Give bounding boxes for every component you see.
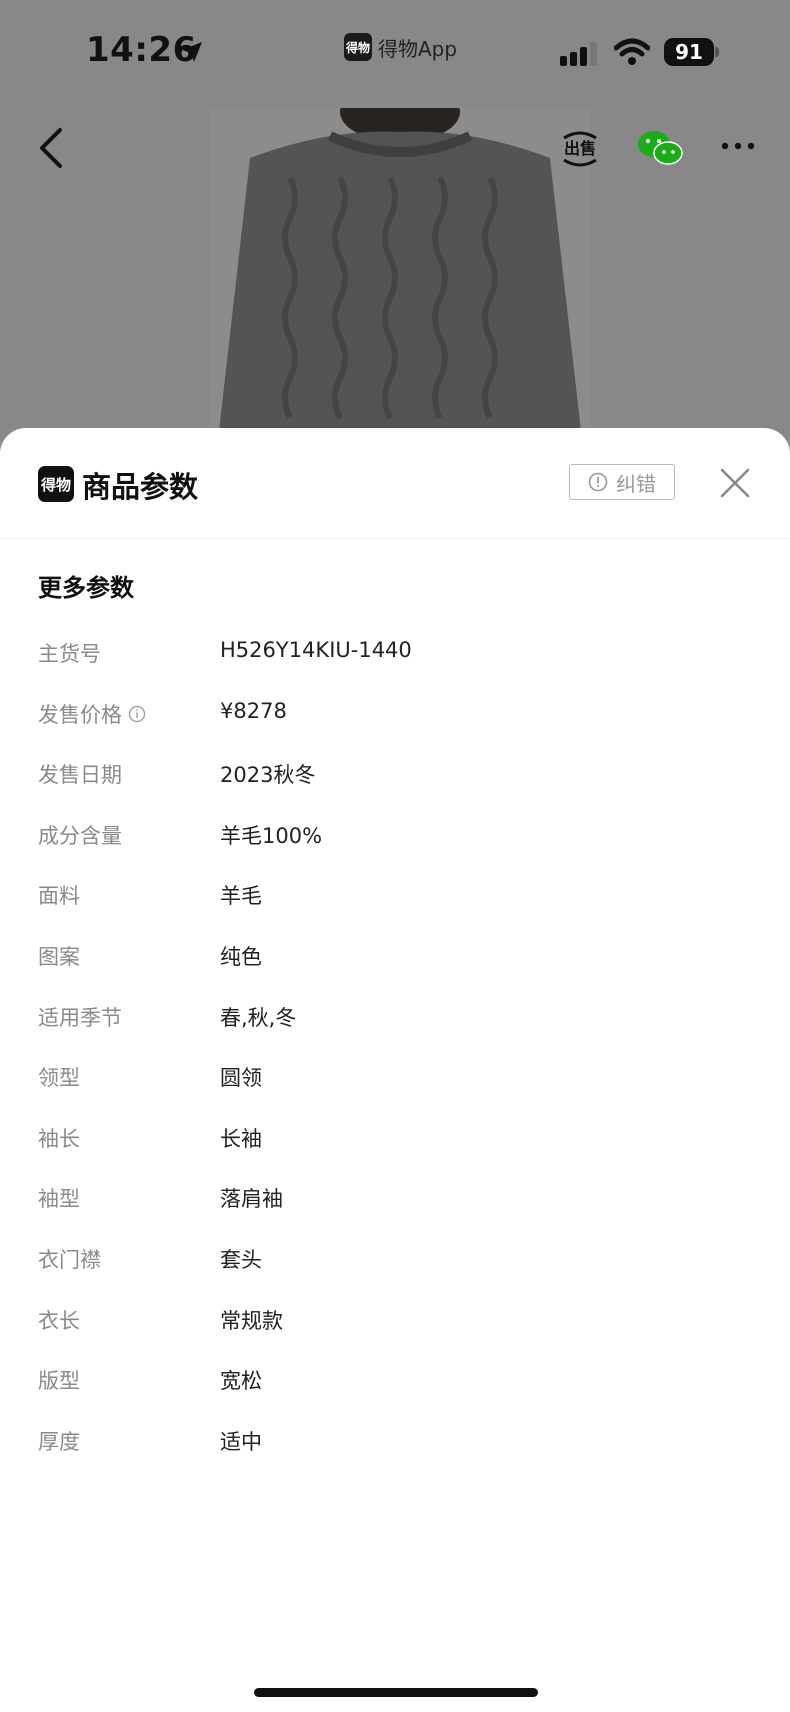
param-label: 厚度 [38,1426,80,1456]
param-row: 发售价格 ¥8278 [0,699,790,739]
param-value: 长袖 [220,1126,262,1151]
param-label-text: 发售价格 [38,702,122,727]
param-label: 袖型 [38,1183,80,1213]
param-row: 衣门襟 套头 [0,1244,790,1284]
battery-level: 91 [664,38,714,66]
param-label: 适用季节 [38,1002,122,1032]
param-label: 版型 [38,1365,80,1395]
param-value: 适中 [220,1429,262,1454]
home-indicator[interactable] [254,1688,538,1697]
wifi-icon [614,38,650,65]
product-params-sheet: 得物 商品参数 纠错 更多参数 主货号 H526Y14KIU-1440 发售价格 ¥8… [0,428,790,1712]
top-nav: 出售 [0,110,790,190]
param-label: 衣长 [38,1305,80,1335]
param-value: 羊毛100% [220,823,323,848]
param-row: 主货号 H526Y14KIU-1440 [0,638,790,678]
status-bar: 14:26 得物 得物App 91 [0,0,790,100]
param-label-text: 面料 [38,884,80,909]
wechat-icon[interactable] [636,128,684,168]
chevron-left-icon[interactable] [36,126,66,170]
param-value: ¥8278 [220,698,287,723]
close-icon[interactable] [718,466,752,500]
param-value: 2023秋冬 [220,763,316,788]
param-value: 纯色 [220,945,262,969]
param-label-text: 版型 [38,1369,80,1394]
param-value: 春,秋,冬 [220,1005,297,1030]
param-label-text: 厚度 [38,1429,80,1454]
dewu-logo: 得物 [38,466,74,502]
param-label: 图案 [38,941,80,971]
location-arrow-icon [182,42,202,62]
cellular-signal-icon [560,42,597,66]
param-label: 面料 [38,880,80,910]
param-value: 羊毛 [220,884,262,909]
param-label-text: 适用季节 [38,1005,122,1030]
sell-icon[interactable]: 出售 [560,128,600,168]
param-label-text: 袖型 [38,1187,80,1212]
param-label-text: 领型 [38,1066,80,1091]
param-label-text: 发售日期 [38,763,122,788]
param-row: 面料 羊毛 [0,880,790,920]
param-row: 成分含量 羊毛100% [0,820,790,860]
sheet-header: 得物 商品参数 纠错 [0,428,790,539]
param-row: 图案 纯色 [0,941,790,981]
param-row: 袖长 长袖 [0,1123,790,1163]
param-label-text: 图案 [38,945,80,969]
param-value: H526Y14KIU-1440 [220,638,412,662]
app-name: 得物App [378,36,458,61]
param-label: 主货号 [38,638,101,668]
param-row: 发售日期 2023秋冬 [0,759,790,799]
alert-circle-icon [588,472,608,492]
battery-indicator: 91 [664,38,720,66]
sell-label: 出售 [564,139,596,158]
param-label-text: 袖长 [38,1126,80,1151]
param-label-text: 主货号 [38,642,101,666]
app-badge[interactable]: 得物 得物App [344,32,457,62]
param-row: 衣长 常规款 [0,1305,790,1345]
battery-tip [715,47,719,57]
param-label: 发售价格 [38,699,146,729]
param-value: 落肩袖 [220,1187,283,1212]
app-logo: 得物 [344,33,372,61]
param-row: 适用季节 春,秋,冬 [0,1002,790,1042]
param-row: 袖型 落肩袖 [0,1183,790,1223]
param-label-text: 衣门襟 [38,1248,101,1272]
report-error-button[interactable]: 纠错 [569,464,675,500]
param-row: 版型 宽松 [0,1365,790,1405]
info-icon[interactable] [128,705,146,723]
report-error-label: 纠错 [616,471,656,496]
param-value: 宽松 [220,1369,262,1394]
param-label-text: 衣长 [38,1308,80,1333]
param-value: 圆领 [220,1066,262,1091]
param-value: 常规款 [220,1308,283,1333]
param-row: 厚度 适中 [0,1426,790,1466]
section-title: 更多参数 [38,574,134,602]
param-value: 套头 [220,1248,262,1272]
param-row: 领型 圆领 [0,1062,790,1102]
param-label-text: 成分含量 [38,823,122,848]
param-label: 发售日期 [38,759,122,789]
param-label: 领型 [38,1062,80,1092]
param-label: 袖长 [38,1123,80,1153]
ellipsis-icon[interactable] [720,134,756,158]
param-label: 成分含量 [38,820,122,850]
param-label: 衣门襟 [38,1244,101,1274]
sheet-title: 商品参数 [82,470,199,504]
